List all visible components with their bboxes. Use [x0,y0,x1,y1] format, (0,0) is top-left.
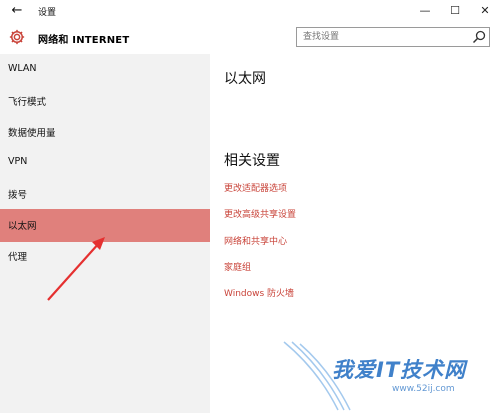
sidebar: WLAN 飞行模式 数据使用量 VPN 拨号 以太网 代理 [0,54,210,413]
watermark-url: www.52ij.com [392,384,455,394]
sidebar-item-label: 以太网 [8,221,37,232]
link-windows-firewall[interactable]: Windows 防火墙 [224,286,294,299]
watermark: 我爱IT技术网 www.52ij.com [278,340,500,413]
search-input[interactable] [303,28,463,46]
close-button[interactable]: ✕ [470,0,500,22]
sidebar-item-dialup[interactable]: 拨号 [0,178,210,211]
section-title: 网络和 INTERNET [38,35,130,46]
search-box[interactable] [296,27,490,47]
sidebar-item-data-usage[interactable]: 数据使用量 [0,116,210,149]
sidebar-item-proxy[interactable]: 代理 [0,240,210,273]
sidebar-item-vpn[interactable]: VPN [0,147,210,180]
sidebar-item-wlan[interactable]: WLAN [0,54,210,87]
window-title: 设置 [38,8,57,18]
settings-header: 网络和 INTERNET [0,22,500,54]
gear-icon [9,29,25,45]
minimize-button[interactable]: — [410,0,440,22]
related-settings-heading: 相关设置 [224,153,280,169]
sidebar-item-label: 飞行模式 [8,97,47,108]
back-arrow-icon: ← [11,3,23,18]
sidebar-item-label: 代理 [8,252,28,263]
sidebar-item-label: VPN [8,156,28,167]
search-icon[interactable] [471,29,487,45]
watermark-text: 我爱IT技术网 [332,358,467,382]
title-bar: ← 设置 — ☐ ✕ [0,0,500,22]
maximize-button[interactable]: ☐ [440,0,470,22]
link-homegroup[interactable]: 家庭组 [224,260,251,273]
sidebar-item-airplane-mode[interactable]: 飞行模式 [0,85,210,118]
sidebar-item-label: 拨号 [8,190,28,201]
back-button[interactable]: ← [6,2,28,20]
sidebar-item-label: WLAN [8,63,37,74]
sidebar-item-ethernet[interactable]: 以太网 [0,209,210,242]
link-advanced-sharing-settings[interactable]: 更改高级共享设置 [224,207,296,220]
link-change-adapter-options[interactable]: 更改适配器选项 [224,181,287,194]
sidebar-item-label: 数据使用量 [8,128,56,139]
link-network-sharing-center[interactable]: 网络和共享中心 [224,234,287,247]
page-title: 以太网 [224,71,266,87]
